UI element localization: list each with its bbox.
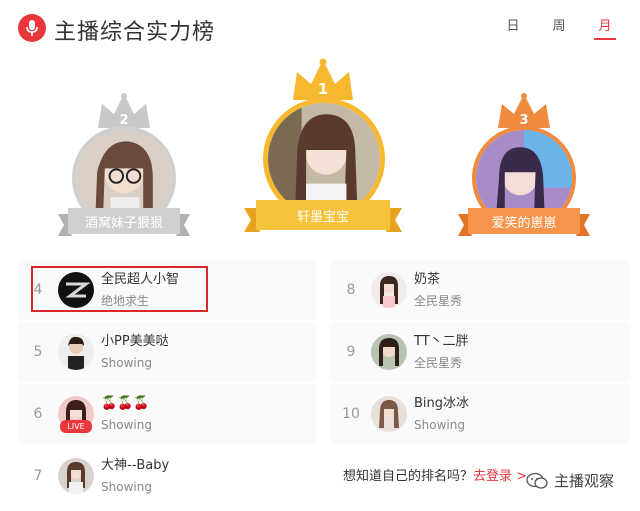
rank-number: 10 xyxy=(342,406,360,422)
podium-name-banner: 酒窝妹子狠狠 xyxy=(58,206,190,236)
list-item[interactable]: 8 奶茶 全民星秀 xyxy=(331,260,629,320)
wechat-icon xyxy=(526,472,548,489)
tab-month[interactable]: 月 xyxy=(582,15,628,40)
streamer-category: Showing xyxy=(101,418,152,432)
login-link[interactable]: 去登录 > xyxy=(473,469,527,484)
rank-number: 7 xyxy=(33,468,43,484)
avatar xyxy=(371,396,407,432)
list-item[interactable]: 9 TT丶二胖 全民星秀 xyxy=(331,322,629,382)
streamer-category: Showing xyxy=(101,480,152,494)
streamer-name: 奶茶 xyxy=(414,272,441,287)
podium-rank-2[interactable]: 2 酒窝妹子狠狠 xyxy=(58,92,190,242)
tab-week[interactable]: 周 xyxy=(536,15,582,39)
avatar xyxy=(371,272,407,308)
watermark-text: 主播观察 xyxy=(554,472,615,490)
streamer-name: 🍒🍒🍒 xyxy=(101,396,150,411)
streamer-category: 全民星秀 xyxy=(414,356,463,370)
list-item[interactable]: 10 Bing冰冰 Showing xyxy=(331,384,629,444)
podium-rank-1[interactable]: 1 轩墨宝宝 xyxy=(244,58,402,238)
avatar xyxy=(58,334,94,370)
streamer-name: 小PP美美哒 xyxy=(101,334,169,349)
avatar xyxy=(58,458,94,494)
watermark: 主播观察 xyxy=(526,470,614,491)
rank-number: 5 xyxy=(33,344,43,360)
live-badge: LIVE xyxy=(60,420,92,433)
streamer-category: Showing xyxy=(101,356,152,370)
tab-day[interactable]: 日 xyxy=(490,15,536,39)
login-prompt: 想知道自己的排名吗？去登录 > xyxy=(343,465,527,484)
rank-number: 8 xyxy=(346,282,356,298)
podium-name: 轩墨宝宝 xyxy=(296,209,349,225)
podium-name: 爱笑的崽崽 xyxy=(491,215,557,231)
podium-name: 酒窝妹子狠狠 xyxy=(84,215,163,231)
streamer-name: Bing冰冰 xyxy=(414,396,470,411)
avatar xyxy=(371,334,407,370)
streamer-category: 全民星秀 xyxy=(414,294,463,308)
rank-number: 9 xyxy=(346,344,356,360)
period-tabs: 日 周 月 xyxy=(490,15,628,40)
avatar: LIVE xyxy=(58,396,94,433)
list-item[interactable]: 6 LIVE 🍒🍒🍒 Showing xyxy=(18,384,316,444)
podium-rank-3[interactable]: 3 爱笑的崽崽 xyxy=(458,92,590,242)
streamer-name: 大神--Baby xyxy=(101,458,170,473)
podium-name-banner: 轩墨宝宝 xyxy=(244,198,402,232)
prompt-text: 想知道自己的排名吗？ xyxy=(343,469,474,484)
header: 主播综合实力榜 日 周 月 xyxy=(0,0,640,56)
list-item[interactable]: 7 大神--Baby Showing xyxy=(18,446,316,506)
highlight-box xyxy=(31,266,208,312)
list-item[interactable]: 5 小PP美美哒 Showing xyxy=(18,322,316,382)
streamer-name: TT丶二胖 xyxy=(414,334,469,349)
rank-number: 6 xyxy=(33,406,43,422)
podium-name-banner: 爱笑的崽崽 xyxy=(458,206,590,236)
microphone-icon xyxy=(18,14,46,42)
page-title: 主播综合实力榜 xyxy=(54,20,216,45)
svg-text:1: 1 xyxy=(318,80,328,98)
streamer-category: Showing xyxy=(414,418,465,432)
